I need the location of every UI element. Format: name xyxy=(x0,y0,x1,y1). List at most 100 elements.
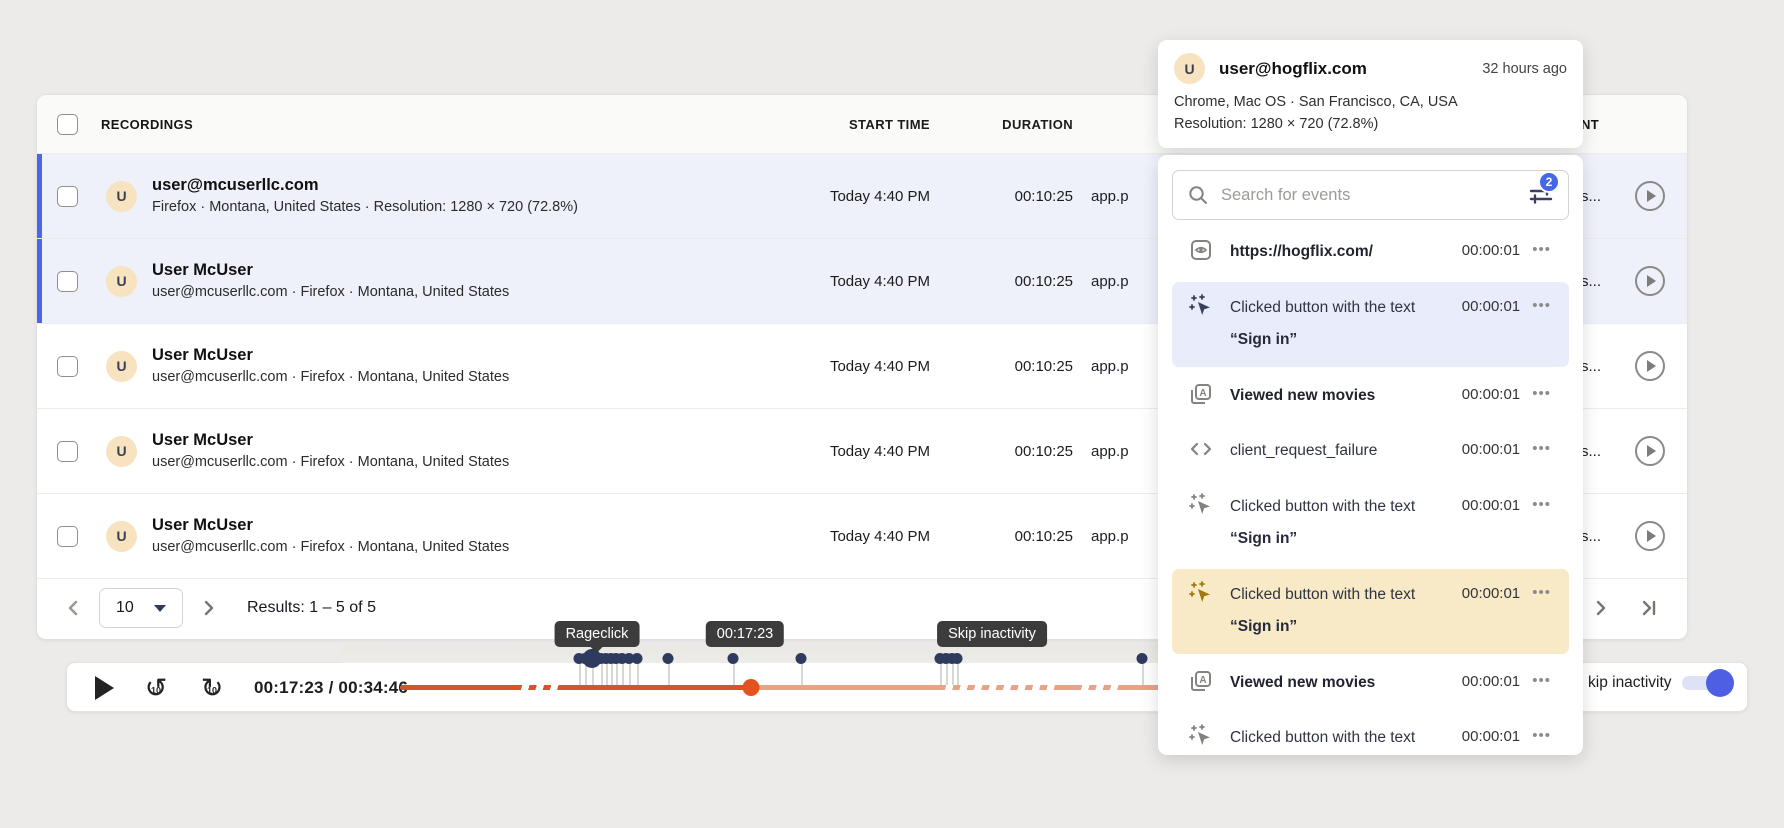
recording-title: User McUser xyxy=(152,344,509,368)
person-meta-resolution: Resolution: 1280 × 720 (72.8%) xyxy=(1174,113,1567,135)
source-cell: s... xyxy=(1581,443,1621,460)
play-recording-button[interactable] xyxy=(1635,181,1665,211)
pageview-eye-icon xyxy=(1188,237,1214,263)
col-header-truncated: NT xyxy=(1581,117,1621,132)
event-row-pageview[interactable]: https://hogflix.com/ 00:00:01 ••• xyxy=(1172,226,1569,279)
event-row-autocapture[interactable]: Clicked button with the text “Sign in” 0… xyxy=(1172,712,1569,755)
event-more-button[interactable]: ••• xyxy=(1520,440,1563,457)
row-checkbox[interactable] xyxy=(57,356,78,377)
seekbar-handle[interactable] xyxy=(743,679,760,696)
person-popover: U user@hogflix.com 32 hours ago Chrome, … xyxy=(1158,40,1583,148)
play-icon xyxy=(1647,190,1656,202)
event-more-button[interactable]: ••• xyxy=(1520,727,1563,744)
select-all-checkbox[interactable] xyxy=(57,114,78,135)
event-filter-button[interactable]: 2 xyxy=(1528,183,1554,207)
svg-text:A: A xyxy=(1199,675,1206,686)
timeline-event-dot[interactable] xyxy=(796,653,807,664)
duration-cell: 00:10:25 xyxy=(940,188,1083,205)
event-row-autocapture[interactable]: Clicked button with the text “Sign in” 0… xyxy=(1172,481,1569,566)
source-cell: s... xyxy=(1581,528,1621,545)
search-input[interactable] xyxy=(1221,186,1528,205)
event-time: 00:00:01 xyxy=(1436,386,1520,403)
event-label: https://hogflix.com/ xyxy=(1230,236,1436,269)
play-recording-button[interactable] xyxy=(1635,266,1665,296)
toggle-knob xyxy=(1706,669,1734,697)
event-more-button[interactable]: ••• xyxy=(1520,584,1563,601)
start-time-cell: Today 4:40 PM xyxy=(780,188,940,205)
event-label: Clicked button with the text “Sign in” xyxy=(1230,292,1436,357)
event-row-autocapture-active[interactable]: Clicked button with the text “Sign in” 0… xyxy=(1172,569,1569,654)
play-icon xyxy=(1647,445,1656,457)
chevron-right-icon xyxy=(1593,599,1609,617)
event-time: 00:00:01 xyxy=(1436,497,1520,514)
event-label: Viewed new movies xyxy=(1230,380,1436,413)
rewind-10-button[interactable]: ↺10 xyxy=(142,675,170,702)
play-recording-button[interactable] xyxy=(1635,521,1665,551)
recording-subtitle: user@mcuserllc.com · Firefox · Montana, … xyxy=(152,537,509,558)
cursor-click-icon xyxy=(1188,723,1214,749)
avatar: U xyxy=(1174,53,1205,84)
col-header-duration: DURATION xyxy=(940,117,1083,132)
cursor-click-icon xyxy=(1188,492,1214,518)
play-button[interactable] xyxy=(95,676,114,700)
last-page-button[interactable] xyxy=(1635,595,1663,621)
event-more-button[interactable]: ••• xyxy=(1520,385,1563,402)
event-more-button[interactable]: ••• xyxy=(1520,241,1563,258)
timeline-event-dot[interactable] xyxy=(952,653,963,664)
start-time-cell: Today 4:40 PM xyxy=(780,443,940,460)
play-recording-button[interactable] xyxy=(1635,351,1665,381)
recording-subtitle: user@mcuserllc.com · Firefox · Montana, … xyxy=(152,367,509,388)
page-size-value: 10 xyxy=(116,599,134,617)
event-label: Clicked button with the text “Sign in” xyxy=(1230,722,1436,755)
timeline-event-dot[interactable] xyxy=(663,653,674,664)
prev-page-button[interactable] xyxy=(61,595,85,621)
timeline-event-dot[interactable] xyxy=(632,653,643,664)
search-icon xyxy=(1187,184,1209,206)
source-cell: s... xyxy=(1581,273,1621,290)
event-more-button[interactable]: ••• xyxy=(1520,672,1563,689)
person-email[interactable]: user@hogflix.com xyxy=(1219,59,1482,79)
event-more-button[interactable]: ••• xyxy=(1520,496,1563,513)
row-checkbox[interactable] xyxy=(57,186,78,207)
col-header-start-time: START TIME xyxy=(780,117,940,132)
event-search: 2 xyxy=(1172,170,1569,220)
event-time: 00:00:01 xyxy=(1436,441,1520,458)
forward-10-button[interactable]: ↻10 xyxy=(198,675,226,702)
person-meta-browser: Chrome, Mac OS · San Francisco, CA, USA xyxy=(1174,91,1567,113)
row-checkbox[interactable] xyxy=(57,271,78,292)
event-more-button[interactable]: ••• xyxy=(1520,297,1563,314)
duration-cell: 00:10:25 xyxy=(940,528,1083,545)
play-recording-button[interactable] xyxy=(1635,436,1665,466)
source-cell: s... xyxy=(1581,188,1621,205)
row-checkbox[interactable] xyxy=(57,441,78,462)
start-time-cell: Today 4:40 PM xyxy=(780,358,940,375)
event-label: Clicked button with the text “Sign in” xyxy=(1230,491,1436,556)
event-time: 00:00:01 xyxy=(1436,585,1520,602)
event-time: 00:00:01 xyxy=(1436,242,1520,259)
timeline-event-dot[interactable] xyxy=(1137,653,1148,664)
recording-title: User McUser xyxy=(152,429,509,453)
chevron-left-icon xyxy=(65,599,81,617)
event-row-action[interactable]: A Viewed new movies 00:00:01 ••• xyxy=(1172,370,1569,423)
next-page-button[interactable] xyxy=(197,595,221,621)
skip-inactivity-toggle[interactable] xyxy=(1682,676,1732,690)
source-cell: s... xyxy=(1581,358,1621,375)
recording-subtitle: Firefox · Montana, United States · Resol… xyxy=(152,197,578,218)
avatar: U xyxy=(106,436,137,467)
event-label: client_request_failure xyxy=(1230,435,1436,468)
action-icon: A xyxy=(1188,381,1214,407)
event-row-autocapture[interactable]: Clicked button with the text “Sign in” 0… xyxy=(1172,282,1569,367)
col-header-recordings: RECORDINGS xyxy=(101,117,780,132)
event-row-custom-event[interactable]: client_request_failure 00:00:01 ••• xyxy=(1172,425,1569,478)
avatar: U xyxy=(106,521,137,552)
action-icon: A xyxy=(1188,668,1214,694)
avatar: U xyxy=(106,181,137,212)
page-size-select[interactable]: 10 xyxy=(99,588,183,628)
row-checkbox[interactable] xyxy=(57,526,78,547)
start-time-cell: Today 4:40 PM xyxy=(780,273,940,290)
recording-title: User McUser xyxy=(152,259,509,283)
event-row-action[interactable]: A Viewed new movies 00:00:01 ••• xyxy=(1172,657,1569,710)
timeline-event-dot[interactable] xyxy=(728,653,739,664)
next-page-button-right[interactable] xyxy=(1589,595,1613,621)
play-icon xyxy=(1647,275,1656,287)
